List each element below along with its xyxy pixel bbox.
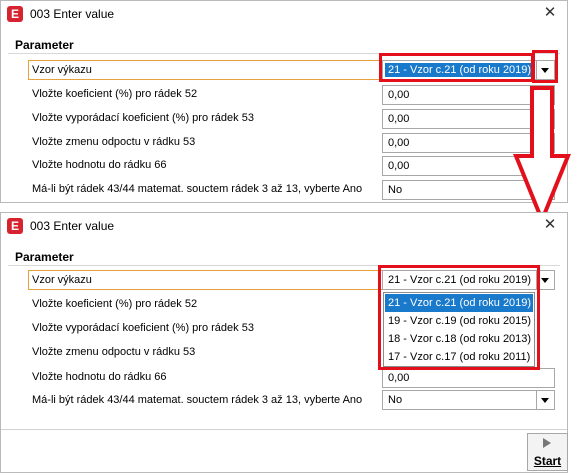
title-bar: E 003 Enter value ✕: [1, 213, 567, 239]
hodnota-66-label: Vložte hodnotu do rádku 66: [32, 159, 167, 171]
matemat-soucet-label: Má-li být rádek 43/44 matemat. souctem r…: [32, 394, 363, 406]
dialog-window-before: E 003 Enter value ✕ Parameter Vzor výkaz…: [0, 0, 568, 203]
window-title: 003 Enter value: [30, 7, 115, 21]
hodnota-66-label: Vložte hodnotu do rádku 66: [32, 371, 167, 383]
hodnota-66-input[interactable]: 0,00: [382, 368, 555, 388]
start-button[interactable]: Start: [527, 433, 568, 471]
parameter-group-title: Parameter: [15, 38, 74, 52]
matemat-soucet-value: No: [388, 184, 403, 196]
koeficient-52-label: Vložte koeficient (%) pro rádek 52: [32, 298, 198, 310]
app-logo-icon: E: [7, 6, 23, 22]
footer-divider: [1, 429, 567, 430]
matemat-soucet-value: No: [388, 394, 403, 406]
red-down-arrow-icon: [513, 86, 571, 226]
title-bar: E 003 Enter value ✕: [1, 1, 567, 27]
app-logo-icon: E: [7, 218, 23, 234]
koeficient-53-label: Vložte vyporádací koeficient (%) pro rád…: [32, 322, 254, 334]
matemat-soucet-label: Má-li být rádek 43/44 matemat. souctem r…: [32, 183, 363, 195]
red-highlight-frame-button: [532, 50, 558, 83]
hodnota-66-value: 0,00: [388, 160, 410, 172]
hodnota-66-value: 0,00: [388, 372, 410, 384]
parameter-group-title: Parameter: [15, 250, 74, 264]
start-label: Start: [533, 454, 562, 468]
matemat-soucet-select[interactable]: No: [382, 390, 555, 410]
zmena-odpoctu-label: Vložte zmenu odpoctu v rádku 53: [32, 346, 196, 358]
play-icon: [543, 438, 551, 448]
koeficient-52-label: Vložte koeficient (%) pro rádek 52: [32, 88, 198, 100]
dropdown-button[interactable]: [536, 391, 554, 409]
vzor-vykazu-label: Vzor výkazu: [32, 64, 92, 76]
red-highlight-frame: [378, 265, 540, 370]
vzor-vykazu-label: Vzor výkazu: [32, 274, 92, 286]
red-highlight-frame: [379, 53, 534, 82]
window-title: 003 Enter value: [30, 219, 115, 233]
close-icon[interactable]: ✕: [541, 4, 559, 22]
koeficient-52-value: 0,00: [388, 89, 410, 101]
chevron-down-icon: [541, 398, 549, 403]
chevron-down-icon: [541, 278, 549, 283]
zmena-odpoctu-value: 0,00: [388, 137, 410, 149]
close-icon[interactable]: ✕: [541, 216, 559, 234]
koeficient-53-label: Vložte vyporádací koeficient (%) pro rád…: [32, 112, 254, 124]
zmena-odpoctu-label: Vložte zmenu odpoctu v rádku 53: [32, 136, 196, 148]
koeficient-53-value: 0,00: [388, 113, 410, 125]
